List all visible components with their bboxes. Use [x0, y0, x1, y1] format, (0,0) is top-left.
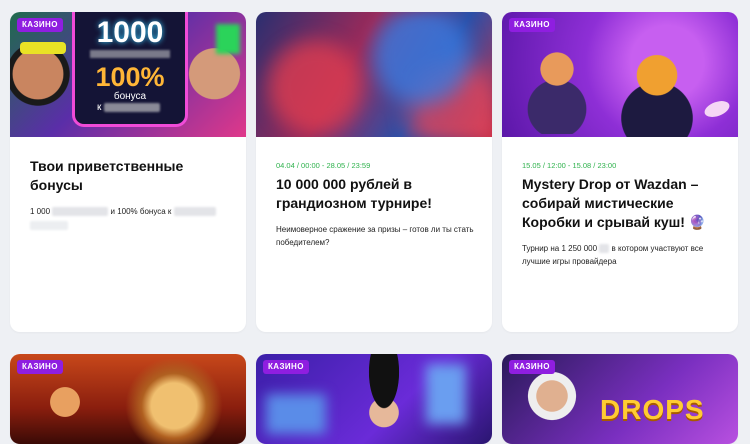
banner-bonus-word: бонуса — [113, 91, 147, 102]
promo-title: Твои приветственные бонусы — [30, 158, 184, 193]
promo-banner-image — [256, 12, 492, 137]
promo-banner-image: 1000 100% бонуса к КАЗИНО — [10, 12, 246, 137]
category-badge: КАЗИНО — [509, 360, 555, 374]
category-badge: КАЗИНО — [17, 18, 63, 32]
category-badge: КАЗИНО — [263, 360, 309, 374]
promo-title: Mystery Drop от Wazdan – собирай мистиче… — [522, 176, 707, 230]
promo-description: Турнир на 1 250 000 в котором участвуют … — [522, 244, 704, 266]
banner-k-word: к — [97, 102, 102, 113]
banner-character-cat-right — [612, 42, 702, 137]
promo-card-mystery-drop[interactable]: КАЗИНО 15.05 / 12:00 - 15.08 / 23:00 Mys… — [502, 12, 738, 332]
category-badge: КАЗИНО — [509, 18, 555, 32]
promo-banner-image: КАЗИНО — [502, 12, 738, 137]
banner-character-zeus — [517, 364, 587, 444]
banner-percent: 100% — [95, 62, 165, 92]
promo-date-range: 04.04 / 00:00 - 28.05 / 23:59 — [276, 161, 371, 170]
category-badge: КАЗИНО — [17, 360, 63, 374]
banner-drops-title: DROPS — [600, 394, 705, 425]
banner-bonus-panel: 1000 100% бонуса к — [72, 12, 188, 127]
banner-character-cat-left — [522, 34, 592, 134]
promo-card-welcome-bonus[interactable]: 1000 100% бонуса к КАЗИНО Твои приветств… — [10, 12, 246, 332]
promo-date-range: 15.05 / 12:00 - 15.08 / 23:00 — [522, 161, 617, 170]
promo-description: Неимоверное сражение за призы – готов ли… — [276, 225, 474, 247]
promo-title: 10 000 000 рублей в грандиозном турнире! — [276, 176, 432, 211]
banner-big-number: 1000 — [96, 16, 164, 49]
promo-card-tournament[interactable]: 04.04 / 00:00 - 28.05 / 23:59 10 000 000… — [256, 12, 492, 332]
promo-description: 1 000 и 100% бонуса к — [30, 205, 232, 231]
